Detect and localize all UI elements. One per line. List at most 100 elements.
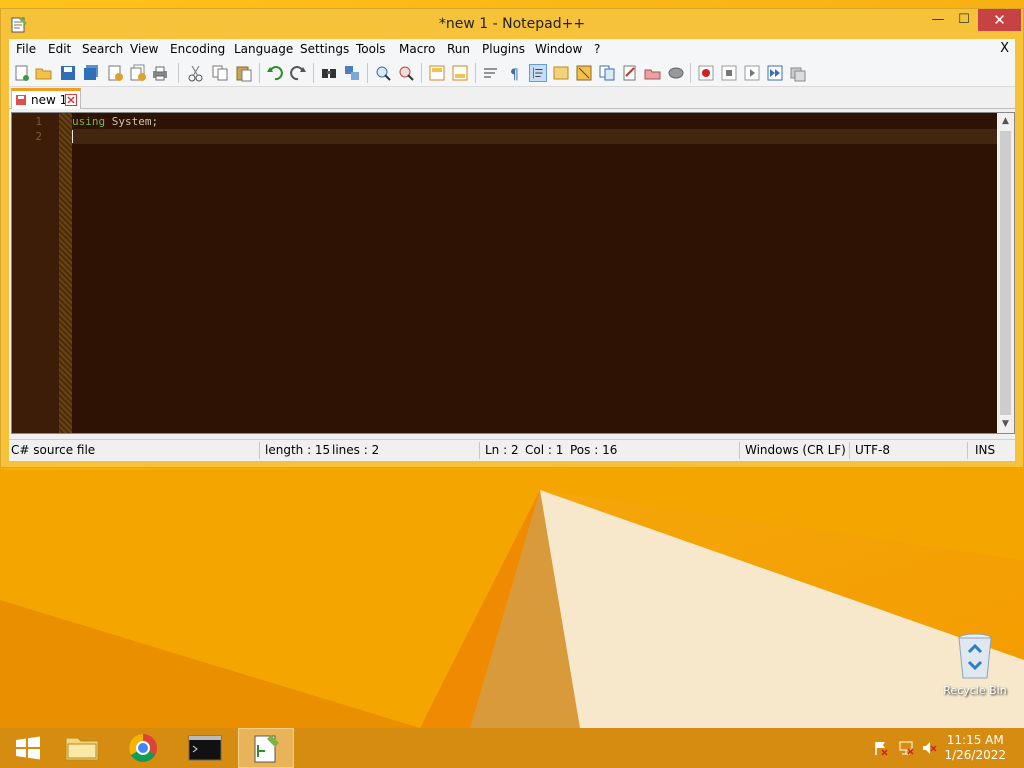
status-separator [259,442,260,459]
show-all-characters-icon[interactable]: ¶ [505,64,523,82]
file-explorer-icon[interactable] [54,728,110,768]
code-editor[interactable]: 1 2 using System; ▲ ▼ [11,112,1015,434]
redo-icon[interactable] [289,64,307,82]
status-insert-mode[interactable]: INS [975,443,995,457]
toolbar-separator [178,63,179,83]
status-line-number: Ln : 2 [485,443,519,457]
recycle-bin[interactable]: Recycle Bin [940,630,1010,702]
chrome-icon[interactable] [115,728,171,768]
menu-macro[interactable]: Macro [399,42,435,56]
paste-icon[interactable] [235,64,253,82]
menu-tools[interactable]: Tools [356,42,386,56]
copy-icon[interactable] [211,64,229,82]
menu-search[interactable]: Search [82,42,123,56]
record-macro-eye-icon[interactable] [667,64,685,82]
open-file-icon[interactable] [35,64,53,82]
status-bar: C# source file length : 15 lines : 2 Ln … [9,439,1015,461]
menu-encoding[interactable]: Encoding [170,42,225,56]
start-button-icon[interactable] [0,728,56,768]
network-icon[interactable] [898,740,914,756]
menu-window[interactable]: Window [535,42,582,56]
status-separator [967,442,968,459]
zoom-in-icon[interactable] [374,64,392,82]
document-map-icon[interactable] [575,64,593,82]
menu-language[interactable]: Language [234,42,293,56]
cut-icon[interactable] [187,64,205,82]
fold-margin[interactable] [59,113,72,433]
folder-as-workspace-icon[interactable] [621,64,639,82]
toolbar: ¶ [9,59,1015,87]
close-tab-icon[interactable] [65,94,77,106]
window-client-area: File Edit Search View Encoding Language … [9,39,1015,461]
toolbar-separator [313,63,314,83]
scroll-up-arrow-icon[interactable]: ▲ [997,113,1014,130]
sync-vertical-icon[interactable] [428,64,446,82]
system-clock[interactable]: 11:15 AM 1/26/2022 [944,733,1006,763]
maximize-button[interactable]: ☐ [951,9,977,31]
close-all-icon[interactable] [129,64,147,82]
start-recording-icon[interactable] [697,64,715,82]
close-file-icon[interactable] [106,64,124,82]
vertical-scrollbar[interactable]: ▲ ▼ [997,113,1014,433]
minimize-button[interactable]: — [925,9,951,31]
tab-new-1[interactable]: new 1 [11,88,81,109]
text-caret [72,130,73,143]
command-prompt-icon[interactable] [177,728,233,768]
menu-file[interactable]: File [16,42,36,56]
menu-view[interactable]: View [130,42,158,56]
status-encoding[interactable]: UTF-8 [855,443,890,457]
notepadpp-window: *new 1 - Notepad++ — ☐ ✕ File Edit Searc… [0,8,1024,468]
indent-guide-icon[interactable] [529,64,547,82]
status-eol[interactable]: Windows (CR LF) [745,443,846,457]
tab-label: new 1 [31,93,68,107]
toolbar-separator [421,63,422,83]
menu-edit[interactable]: Edit [48,42,71,56]
toolbar-separator [367,63,368,83]
status-column: Col : 1 [525,443,564,457]
scrollbar-thumb[interactable] [1000,131,1011,415]
function-list-icon[interactable] [598,64,616,82]
current-line-highlight [72,129,998,144]
toolbar-separator [690,63,691,83]
close-button[interactable]: ✕ [978,9,1021,31]
sync-horizontal-icon[interactable] [451,64,469,82]
status-length: length : 15 [265,443,331,457]
menu-help[interactable]: ? [594,42,600,56]
new-file-icon[interactable] [13,64,31,82]
undo-icon[interactable] [266,64,284,82]
status-filetype: C# source file [11,443,96,457]
notepadpp-taskbar-button[interactable] [238,728,294,768]
tab-bar: new 1 [9,87,1015,109]
status-lines: lines : 2 [332,443,380,457]
print-icon[interactable] [151,64,169,82]
user-defined-language-icon[interactable] [552,64,570,82]
stop-recording-icon[interactable] [720,64,738,82]
zoom-out-icon[interactable] [397,64,415,82]
status-separator [849,442,850,459]
taskbar: 11:15 AM 1/26/2022 [0,728,1024,768]
clock-date: 1/26/2022 [944,748,1006,762]
playback-icon[interactable] [743,64,761,82]
save-icon[interactable] [59,64,77,82]
word-wrap-icon[interactable] [482,64,500,82]
unsaved-file-icon [16,95,26,105]
save-macro-icon[interactable] [789,64,807,82]
menu-plugins[interactable]: Plugins [482,42,525,56]
volume-muted-icon[interactable] [921,740,937,756]
find-icon[interactable] [320,64,338,82]
replace-icon[interactable] [343,64,361,82]
action-center-flag-icon[interactable] [873,740,889,756]
line-number: 1 [35,115,42,128]
line-number: 2 [35,130,42,143]
monitoring-icon[interactable] [644,64,662,82]
menu-settings[interactable]: Settings [300,42,349,56]
status-position: Pos : 16 [570,443,618,457]
notepadpp-icon [254,735,279,763]
scroll-down-arrow-icon[interactable]: ▼ [997,416,1014,433]
close-document-button[interactable]: X [1000,41,1009,56]
menu-run[interactable]: Run [447,42,470,56]
run-macro-multiple-icon[interactable] [766,64,784,82]
save-all-icon[interactable] [82,64,100,82]
title-bar[interactable]: *new 1 - Notepad++ — ☐ ✕ [1,9,1023,39]
status-separator [739,442,740,459]
